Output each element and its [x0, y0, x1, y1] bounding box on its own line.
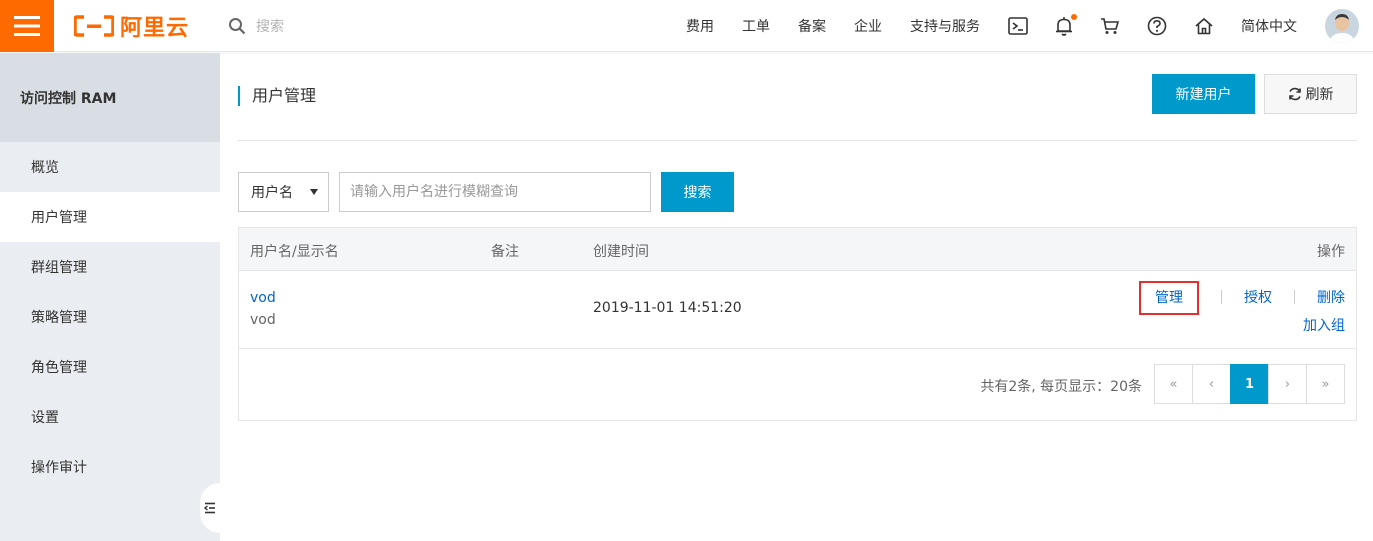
delete-link[interactable]: 删除: [1317, 290, 1345, 306]
hamburger-menu-button[interactable]: [0, 0, 54, 52]
pagination: « ‹ 1 › »: [1154, 364, 1345, 404]
nav-fees[interactable]: 费用: [686, 16, 714, 36]
column-header-created: 创建时间: [593, 244, 649, 260]
nav-enterprise[interactable]: 企业: [854, 16, 882, 36]
avatar[interactable]: [1325, 9, 1359, 43]
sidebar: 访问控制 RAM 概览 用户管理 群组管理 策略管理 角色管理 设置 操作审计: [0, 53, 220, 541]
help-icon: [1147, 16, 1167, 36]
global-search-placeholder: 搜索: [256, 19, 284, 35]
authorize-link[interactable]: 授权: [1244, 290, 1272, 306]
aliyun-logo-icon: [74, 15, 114, 37]
terminal-button[interactable]: [1008, 17, 1028, 35]
cart-icon: [1101, 18, 1120, 34]
language-switch[interactable]: 简体中文: [1241, 16, 1297, 36]
manage-link[interactable]: 管理: [1139, 281, 1199, 315]
home-button[interactable]: [1194, 17, 1214, 35]
pagination-row: 共有2条, 每页显示：20条 « ‹ 1 › »: [239, 349, 1356, 420]
refresh-label: 刷新: [1305, 87, 1334, 103]
sidebar-item-groups[interactable]: 群组管理: [0, 242, 220, 292]
sidebar-item-audit[interactable]: 操作审计: [0, 442, 220, 492]
main-content: 用户管理 新建用户 刷新 用户名 搜索 用户名/显示名 备注 创建时间 操作: [238, 53, 1357, 541]
refresh-icon: [1288, 87, 1301, 101]
pagination-summary: 共有2条, 每页显示：20条: [980, 379, 1142, 395]
search-icon: [229, 18, 246, 35]
column-header-actions: 操作: [1317, 244, 1345, 260]
page-button-current[interactable]: 1: [1230, 364, 1269, 404]
sidebar-title: 访问控制 RAM: [0, 53, 220, 142]
search-field-select[interactable]: 用户名: [238, 172, 329, 212]
user-cell: vod vod: [250, 287, 276, 331]
home-icon: [1195, 17, 1213, 35]
caret-down-icon: [310, 189, 318, 195]
display-name: vod: [250, 312, 276, 328]
search-field-value: 用户名: [251, 185, 293, 201]
row-actions: 管理 授权 删除 加入组: [1139, 281, 1345, 337]
first-page-button[interactable]: «: [1154, 364, 1193, 404]
last-page-button[interactable]: »: [1306, 364, 1345, 404]
notification-button[interactable]: [1055, 14, 1077, 36]
nav-tickets[interactable]: 工单: [742, 16, 770, 36]
sidebar-item-settings[interactable]: 设置: [0, 392, 220, 442]
sidebar-collapse-button[interactable]: [200, 483, 220, 533]
nav-support[interactable]: 支持与服务: [910, 16, 980, 36]
column-header-username: 用户名/显示名: [250, 244, 339, 260]
bell-icon: [1056, 17, 1072, 36]
join-group-link[interactable]: 加入组: [1303, 318, 1345, 334]
aliyun-logo[interactable]: 阿里云: [74, 11, 189, 41]
global-search[interactable]: 搜索: [228, 12, 284, 40]
search-button[interactable]: 搜索: [661, 172, 734, 212]
user-avatar-icon: [1325, 9, 1359, 43]
sidebar-item-policies[interactable]: 策略管理: [0, 292, 220, 342]
collapse-icon: [204, 502, 215, 514]
next-page-button[interactable]: ›: [1268, 364, 1307, 404]
logo-text: 阿里云: [120, 16, 190, 41]
top-nav: 费用 工单 备案 企业 支持与服务 简体中文: [686, 0, 1373, 52]
notification-badge: [1071, 14, 1077, 20]
table-row: vod vod 2019-11-01 14:51:20 管理 授权 删除 加入组: [239, 271, 1356, 349]
created-time: 2019-11-01 14:51:20: [593, 300, 742, 316]
help-button[interactable]: [1147, 16, 1167, 36]
column-header-note: 备注: [491, 244, 519, 260]
sidebar-item-roles[interactable]: 角色管理: [0, 342, 220, 392]
cart-button[interactable]: [1100, 17, 1120, 35]
page-header: 用户管理 新建用户 刷新: [238, 53, 1357, 141]
top-bar: 阿里云 搜索 费用 工单 备案 企业 支持与服务 简体中文: [0, 0, 1373, 52]
username-link[interactable]: vod: [250, 287, 276, 309]
user-table: 用户名/显示名 备注 创建时间 操作 vod vod 2019-11-01 14…: [238, 227, 1357, 421]
username-search-input[interactable]: [339, 172, 651, 212]
page-title: 用户管理: [238, 86, 316, 106]
action-divider: [1221, 290, 1222, 304]
new-user-button[interactable]: 新建用户: [1152, 74, 1255, 114]
refresh-button[interactable]: 刷新: [1264, 74, 1357, 114]
table-header: 用户名/显示名 备注 创建时间 操作: [239, 228, 1356, 271]
sidebar-item-overview[interactable]: 概览: [0, 142, 220, 192]
terminal-icon: [1008, 17, 1028, 35]
filter-bar: 用户名 搜索: [238, 172, 734, 212]
hamburger-icon: [14, 16, 40, 36]
sidebar-item-users[interactable]: 用户管理: [0, 192, 220, 242]
prev-page-button[interactable]: ‹: [1192, 364, 1231, 404]
nav-icp[interactable]: 备案: [798, 16, 826, 36]
action-divider: [1294, 290, 1295, 304]
